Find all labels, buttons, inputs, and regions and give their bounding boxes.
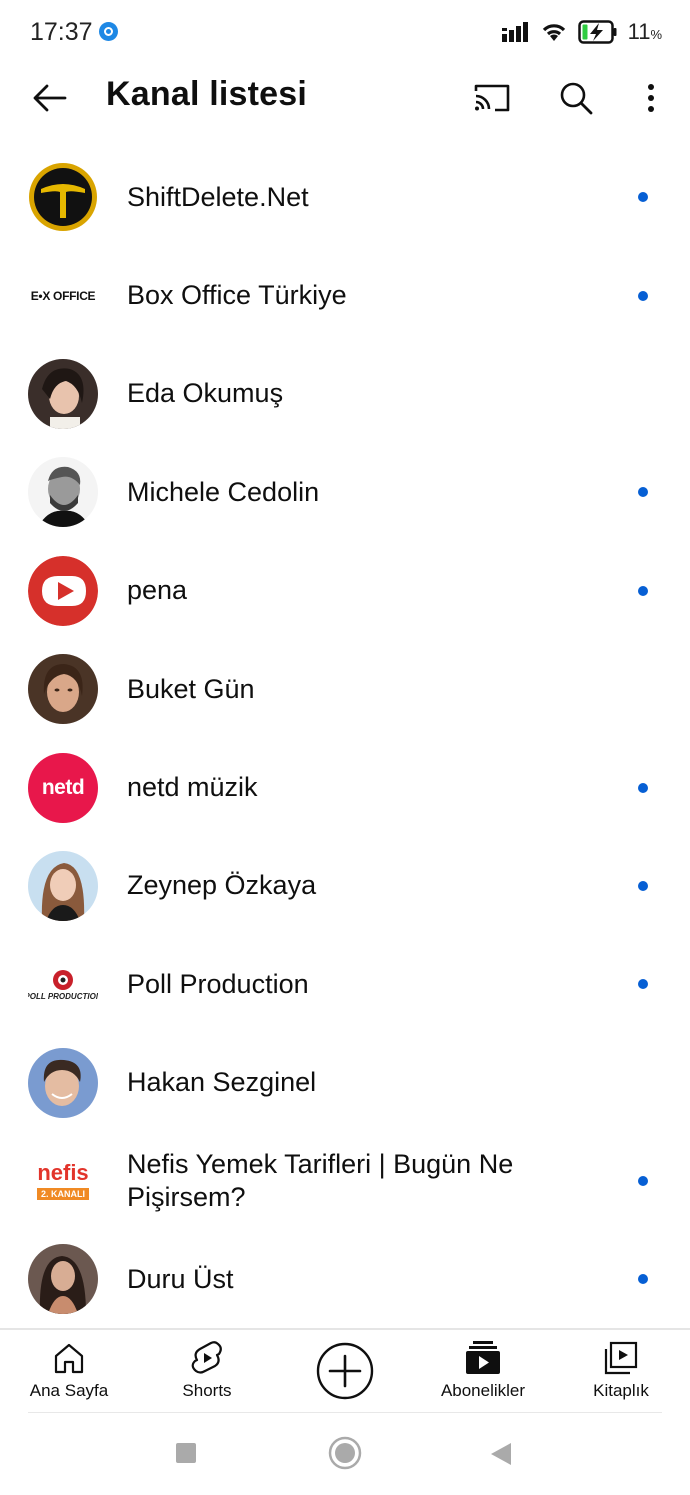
- new-content-dot: [638, 487, 648, 498]
- channel-avatar: [28, 358, 98, 429]
- nav-home-label: Ana Sayfa: [29, 1381, 109, 1400]
- channel-name: Michele Cedolin: [127, 476, 320, 507]
- more-options-button[interactable]: [627, 74, 675, 122]
- channel-name: Box Office Türkiye: [127, 280, 347, 311]
- channel-row-michele-cedolin[interactable]: Michele Cedolin: [0, 443, 690, 541]
- new-content-dot: [638, 585, 648, 596]
- channel-row-pena[interactable]: pena: [0, 542, 690, 640]
- channel-avatar: [28, 1047, 98, 1118]
- poll-logo-text: POLL PRODUCTION: [28, 991, 98, 1001]
- channel-row-eda-okumus[interactable]: Eda Okumuş: [0, 345, 690, 443]
- new-content-dot: [638, 192, 648, 203]
- channel-list: ShiftDelete.Net E•X OFFICE Box Office Tü…: [0, 148, 690, 1329]
- boxoffice-logo: E•X OFFICE: [30, 288, 96, 303]
- channel-row-zeynep-ozkaya[interactable]: Zeynep Özkaya: [0, 837, 690, 935]
- subscriptions-icon: [466, 1341, 500, 1374]
- channel-avatar: [28, 162, 98, 232]
- page-title: Kanal listesi: [106, 75, 308, 113]
- new-content-dot: [638, 290, 648, 301]
- cast-button[interactable]: [468, 74, 516, 122]
- channel-name: Nefis Yemek Tarifleri | Bugün Ne Pişirse…: [127, 1149, 514, 1213]
- more-vertical-icon: [648, 84, 654, 112]
- nav-subscriptions[interactable]: Abonelikler: [423, 1330, 543, 1412]
- new-content-dot: [638, 979, 648, 990]
- search-icon: [560, 82, 593, 115]
- channel-avatar: [28, 654, 98, 725]
- status-time: 17:37: [30, 18, 93, 46]
- profile-photo: [28, 1244, 98, 1315]
- shorts-icon: [191, 1341, 222, 1374]
- wifi-icon: [542, 24, 565, 41]
- back-button[interactable]: [26, 74, 74, 122]
- library-icon: [604, 1341, 638, 1375]
- channel-avatar: [28, 457, 98, 528]
- channel-name: Buket Gün: [127, 673, 255, 704]
- channel-avatar: [28, 850, 98, 921]
- home-icon: [54, 1343, 84, 1374]
- channel-avatar: POLL PRODUCTION: [28, 949, 98, 1019]
- channel-row-hakan-sezginel[interactable]: Hakan Sezginel: [0, 1034, 690, 1132]
- back-arrow-icon: [33, 84, 67, 112]
- channel-row-shiftdelete[interactable]: ShiftDelete.Net: [0, 148, 690, 246]
- cast-icon: [474, 84, 510, 112]
- nefis-logo-sub: 2. KANALI: [36, 1188, 89, 1201]
- status-indicators: 11%: [501, 16, 662, 48]
- channel-name: Zeynep Özkaya: [127, 870, 317, 901]
- channel-name: pena: [127, 575, 188, 606]
- profile-photo: [28, 1047, 98, 1118]
- pena-logo-icon: [28, 555, 98, 626]
- channel-avatar: netd: [28, 752, 98, 823]
- nefis-logo-text: nefis: [37, 1160, 89, 1186]
- channel-row-netd-muzik[interactable]: netd netd müzik: [0, 738, 690, 836]
- signal-icon: [501, 22, 528, 42]
- channel-row-boxoffice[interactable]: E•X OFFICE Box Office Türkiye: [0, 246, 690, 344]
- battery-percentage: 11%: [627, 19, 662, 44]
- profile-photo: [28, 358, 98, 429]
- nav-home[interactable]: Ana Sayfa: [9, 1330, 129, 1412]
- app-bar: Kanal listesi: [0, 64, 690, 128]
- new-content-dot: [638, 1274, 648, 1285]
- channel-name: Duru Üst: [127, 1263, 234, 1294]
- back-triangle-icon[interactable]: [490, 1442, 512, 1466]
- profile-photo: [28, 850, 98, 921]
- channel-avatar: [28, 555, 98, 626]
- status-bar: 17:37 11%: [0, 0, 690, 64]
- system-navigation-bar: [0, 1412, 690, 1495]
- channel-avatar: nefis 2. KANALI: [28, 1146, 98, 1216]
- search-button[interactable]: [552, 74, 600, 122]
- nav-subscriptions-label: Abonelikler: [440, 1381, 526, 1400]
- profile-photo: [28, 654, 98, 725]
- notification-app-icon: [99, 22, 118, 41]
- nav-shorts-label: Shorts: [182, 1381, 232, 1400]
- channel-name: netd müzik: [127, 772, 258, 803]
- system-nav-divider: [28, 1412, 662, 1413]
- poll-logo-icon: [53, 969, 73, 990]
- channel-avatar: E•X OFFICE: [28, 261, 98, 331]
- channel-row-duru-ust[interactable]: Duru Üst: [0, 1230, 690, 1328]
- channel-avatar: [28, 1244, 98, 1315]
- battery-charging-icon: [577, 20, 617, 44]
- channel-name: Eda Okumuş: [127, 378, 284, 409]
- shiftdelete-logo-icon: [29, 163, 97, 232]
- channel-row-nefis-yemek[interactable]: nefis 2. KANALI Nefis Yemek Tarifleri | …: [0, 1132, 690, 1230]
- recents-icon[interactable]: [176, 1443, 196, 1463]
- netd-logo: netd: [41, 775, 85, 799]
- channel-name: Hakan Sezginel: [127, 1067, 317, 1098]
- nav-library-label: Kitaplık: [593, 1381, 649, 1400]
- channel-name: Poll Production: [127, 968, 309, 999]
- add-circle-icon: [316, 1342, 374, 1400]
- nav-library[interactable]: Kitaplık: [561, 1330, 681, 1412]
- channel-row-poll-production[interactable]: POLL PRODUCTION Poll Production: [0, 935, 690, 1033]
- create-button[interactable]: [316, 1342, 374, 1400]
- home-circle-icon[interactable]: [328, 1436, 362, 1470]
- new-content-dot: [638, 1176, 648, 1187]
- bottom-nav: Ana Sayfa Shorts Abonelikler Kitaplık: [0, 1330, 690, 1412]
- new-content-dot: [638, 880, 648, 891]
- channel-name: ShiftDelete.Net: [127, 181, 309, 212]
- profile-photo: [28, 457, 98, 528]
- new-content-dot: [638, 782, 648, 793]
- nav-shorts[interactable]: Shorts: [147, 1330, 267, 1412]
- channel-row-buket-gun[interactable]: Buket Gün: [0, 640, 690, 738]
